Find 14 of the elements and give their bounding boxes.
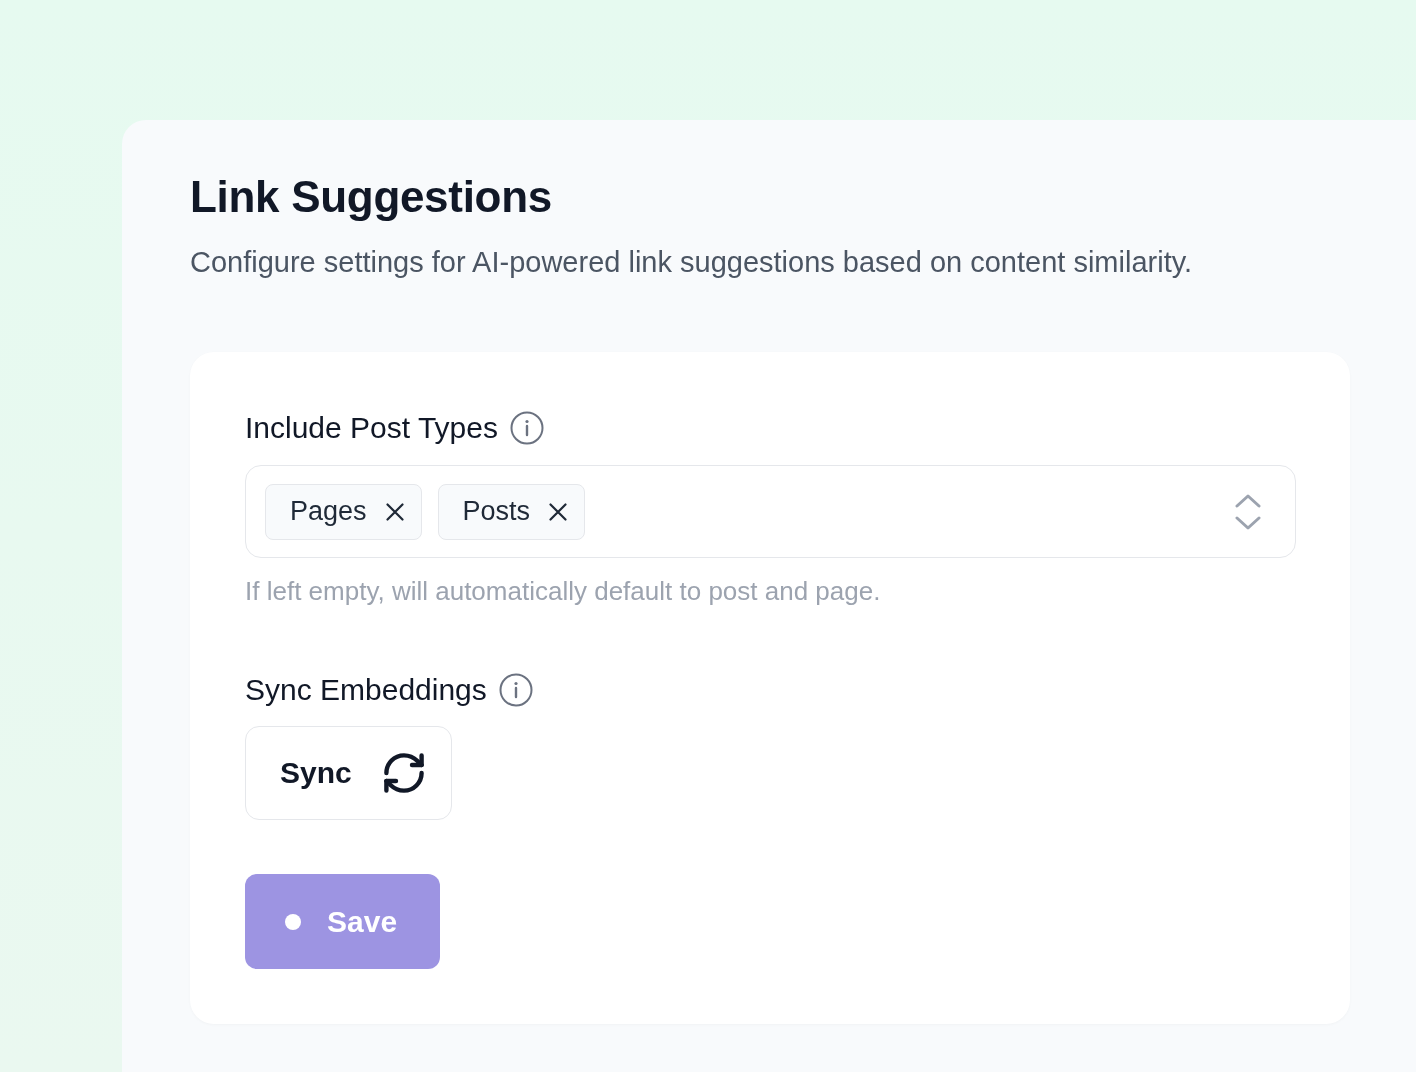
sync-button[interactable]: Sync [245, 726, 452, 820]
refresh-icon [383, 753, 424, 793]
multi-select-field[interactable]: Pages Posts [245, 465, 1296, 558]
tag-label: Pages [290, 496, 367, 527]
field-label: Sync Embeddings [245, 672, 487, 708]
help-text: If left empty, will automatically default to post and page. [245, 576, 882, 607]
remove-icon[interactable] [385, 502, 404, 521]
chevron-up-down-icon [1235, 493, 1261, 530]
page-description: Configure settings for AI-powered link suggestions based on content similarity. [190, 245, 1194, 280]
tag-label: Posts [462, 496, 531, 527]
field-label: Include Post Types [245, 410, 498, 446]
remove-icon[interactable] [549, 502, 568, 521]
page-title: Link Suggestions [190, 171, 553, 223]
dot-icon [285, 913, 301, 930]
